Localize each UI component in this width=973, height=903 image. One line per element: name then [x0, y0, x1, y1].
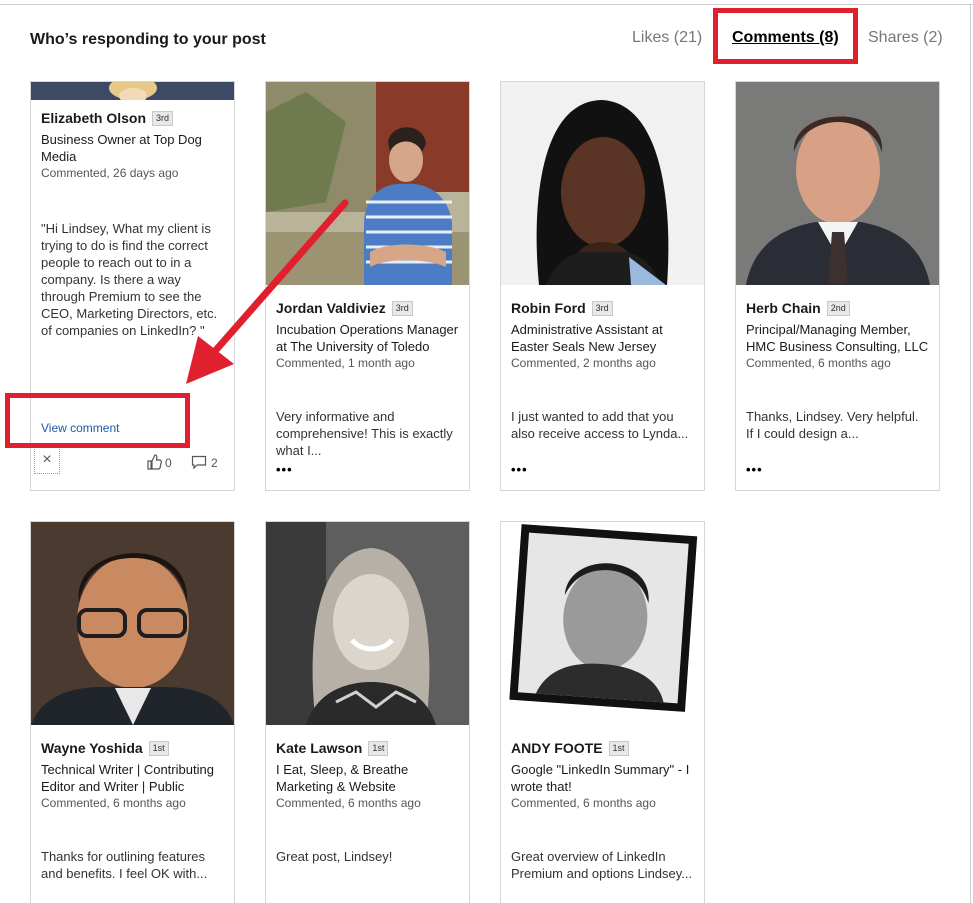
- responder-name[interactable]: Herb Chain: [746, 300, 821, 316]
- comment-text: Great post, Lindsey!: [276, 849, 393, 864]
- responder-card: Kate Lawson 1st I Eat, Sleep, & Breathe …: [265, 521, 470, 903]
- responder-name[interactable]: ANDY FOOTE: [511, 740, 603, 756]
- responder-headline: Business Owner at Top Dog Media: [41, 132, 202, 164]
- connection-degree-badge: 3rd: [391, 300, 413, 316]
- comment-text: Very informative and comprehensive! This…: [276, 409, 453, 458]
- responder-name[interactable]: Robin Ford: [511, 300, 586, 316]
- profile-photo[interactable]: [736, 82, 939, 285]
- connection-degree-badge: 3rd: [591, 300, 613, 316]
- responder-name[interactable]: Kate Lawson: [276, 740, 362, 756]
- responder-headline: Incubation Operations Manager at The Uni…: [276, 322, 459, 354]
- comment-text: I just wanted to add that you also recei…: [511, 409, 689, 441]
- responder-name[interactable]: Jordan Valdiviez: [276, 300, 386, 316]
- comment-text: Thanks for outlining features and benefi…: [41, 849, 208, 881]
- more-icon[interactable]: •••: [746, 462, 763, 477]
- section-title: Who’s responding to your post: [30, 31, 266, 48]
- responder-card: Herb Chain 2nd Principal/Managing Member…: [735, 81, 940, 491]
- connection-degree-badge: 3rd: [152, 110, 174, 126]
- connection-degree-badge: 2nd: [826, 300, 850, 316]
- tab-shares[interactable]: Shares (2): [868, 29, 943, 47]
- responder-name[interactable]: Wayne Yoshida: [41, 740, 143, 756]
- like-icon[interactable]: [146, 454, 162, 473]
- comment-timestamp: Commented, 6 months ago: [511, 796, 656, 810]
- like-count: 0: [165, 456, 172, 470]
- profile-photo[interactable]: [31, 82, 234, 100]
- comment-timestamp: Commented, 6 months ago: [746, 356, 891, 370]
- comment-timestamp: Commented, 1 month ago: [276, 356, 415, 370]
- connection-degree-badge: 1st: [368, 740, 389, 756]
- profile-photo[interactable]: [501, 82, 704, 285]
- comment-timestamp: Commented, 6 months ago: [276, 796, 421, 810]
- responder-headline: Administrative Assistant at Easter Seals…: [511, 322, 663, 354]
- tab-likes[interactable]: Likes (21): [632, 29, 702, 47]
- comment-timestamp: Commented, 26 days ago: [41, 166, 179, 180]
- responder-card: Robin Ford 3rd Administrative Assistant …: [500, 81, 705, 491]
- responder-name[interactable]: Elizabeth Olson: [41, 110, 146, 126]
- view-comment-highlight-box: [5, 393, 190, 448]
- responder-card: Wayne Yoshida 1st Technical Writer | Con…: [30, 521, 235, 903]
- reply-count: 2: [211, 456, 218, 470]
- connection-degree-badge: 1st: [608, 740, 629, 756]
- profile-photo[interactable]: [266, 82, 469, 285]
- responder-card: ANDY FOOTE 1st Google "LinkedIn Summary"…: [500, 521, 705, 903]
- more-icon[interactable]: •••: [511, 462, 528, 477]
- close-icon[interactable]: ×: [34, 446, 60, 474]
- responder-headline: Google "LinkedIn Summary" - I wrote that…: [511, 762, 690, 794]
- connection-degree-badge: 1st: [148, 740, 169, 756]
- comment-timestamp: Commented, 6 months ago: [41, 796, 186, 810]
- comment-text: Great overview of LinkedIn Premium and o…: [511, 849, 693, 881]
- responder-headline: I Eat, Sleep, & Breathe Marketing & Webs…: [276, 762, 409, 794]
- comments-tab-highlight-box: [713, 8, 858, 64]
- comment-timestamp: Commented, 2 months ago: [511, 356, 656, 370]
- profile-photo[interactable]: [501, 522, 704, 725]
- top-divider: [0, 4, 973, 5]
- responder-card: Jordan Valdiviez 3rd Incubation Operatio…: [265, 81, 470, 491]
- more-icon[interactable]: •••: [276, 462, 293, 477]
- reply-icon[interactable]: [191, 454, 207, 473]
- comment-text: Thanks, Lindsey. Very helpful. If I coul…: [746, 409, 919, 441]
- profile-photo[interactable]: [31, 522, 234, 725]
- profile-photo[interactable]: [266, 522, 469, 725]
- comment-text: "Hi Lindsey, What my client is trying to…: [41, 221, 218, 338]
- right-divider: [970, 4, 971, 903]
- responder-headline: Principal/Managing Member, HMC Business …: [746, 322, 929, 354]
- responder-headline: Technical Writer | Contributing Editor a…: [41, 762, 214, 794]
